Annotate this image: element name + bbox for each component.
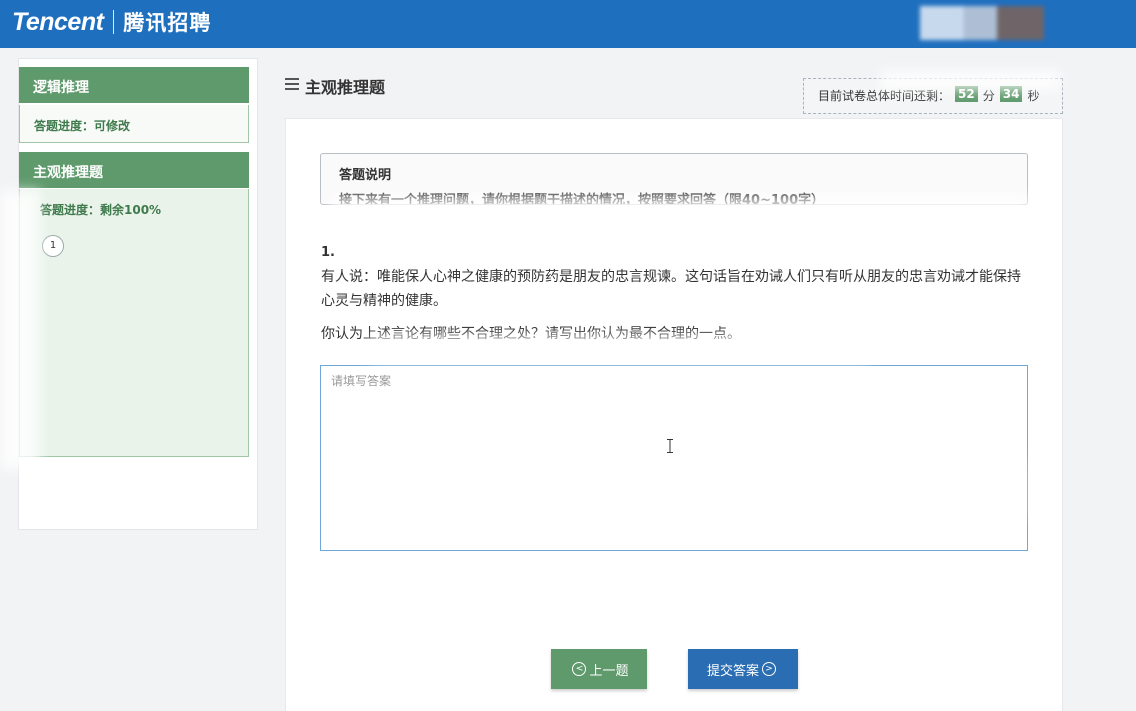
instructions-box: 答题说明 接下来有一个推理问题，请你根据题干描述的情况，按照要求回答（限40~1… — [320, 153, 1028, 205]
timer-minutes: 52 — [955, 86, 978, 102]
timer-seconds-unit: 秒 — [1027, 89, 1040, 103]
progress-label: 答题进度：可修改 — [34, 119, 131, 133]
timer-minutes-unit: 分 — [982, 89, 995, 103]
remaining-time: 目前试卷总体时间还剩： 52 分 34 秒 — [803, 78, 1063, 114]
chevron-right-icon: > — [762, 662, 776, 676]
sidebar: 逻辑推理 答题进度：可修改 主观推理题 答题进度：剩余100% 1 — [18, 58, 258, 530]
logo-divider — [113, 10, 115, 34]
question-text: 有人说：唯能保人心神之健康的预防药是朋友的忠言规谏。这句话旨在劝诫人们只有听从朋… — [321, 269, 1021, 309]
answer-input[interactable] — [320, 365, 1028, 551]
section-progress-logic: 答题进度：可修改 — [19, 105, 249, 143]
sidebar-section-logic[interactable]: 逻辑推理 — [19, 67, 249, 103]
submit-answer-button[interactable]: 提交答案 > — [688, 649, 798, 689]
brand-name-cn: 腾讯招聘 — [123, 11, 212, 35]
question-prompt: 你认为上述言论有哪些不合理之处？请写出你认为最不合理的一点。 — [321, 326, 741, 342]
instructions-title: 答题说明 — [339, 168, 392, 183]
user-avatar[interactable] — [920, 6, 1044, 40]
sidebar-section-subjective[interactable]: 主观推理题 — [19, 152, 249, 188]
chevron-left-icon: < — [572, 662, 587, 676]
question-panel: 答题说明 接下来有一个推理问题，请你根据题干描述的情况，按照要求回答（限40~1… — [285, 118, 1063, 711]
page-title: 主观推理题 — [305, 78, 386, 97]
list-icon — [285, 78, 299, 90]
question-index: 1. — [321, 245, 335, 260]
top-header: Tencent 腾讯招聘 — [0, 0, 1136, 48]
question-number-button[interactable]: 1 — [42, 235, 64, 257]
section-title: 逻辑推理 — [33, 80, 89, 96]
instructions-text: 接下来有一个推理问题，请你根据题干描述的情况，按照要求回答（限40~100字） — [339, 193, 825, 205]
tencent-logo: Tencent 腾讯招聘 — [12, 7, 211, 37]
section-progress-subjective: 答题进度：剩余100% 1 — [19, 189, 249, 457]
timer-seconds: 34 — [999, 86, 1023, 102]
submit-label: 提交答案 — [706, 663, 759, 679]
progress-label: 答题进度：剩余100% — [40, 203, 162, 217]
prev-label: 上一题 — [589, 663, 629, 679]
section-title: 主观推理题 — [33, 165, 103, 181]
brand-name: Tencent — [12, 7, 104, 36]
prev-question-button[interactable]: < 上一题 — [551, 649, 647, 689]
page-header: 主观推理题 目前试卷总体时间还剩： 52 分 34 秒 — [285, 66, 1065, 114]
timer-prefix: 目前试卷总体时间还剩： — [818, 89, 951, 103]
text-cursor-icon — [667, 439, 673, 453]
